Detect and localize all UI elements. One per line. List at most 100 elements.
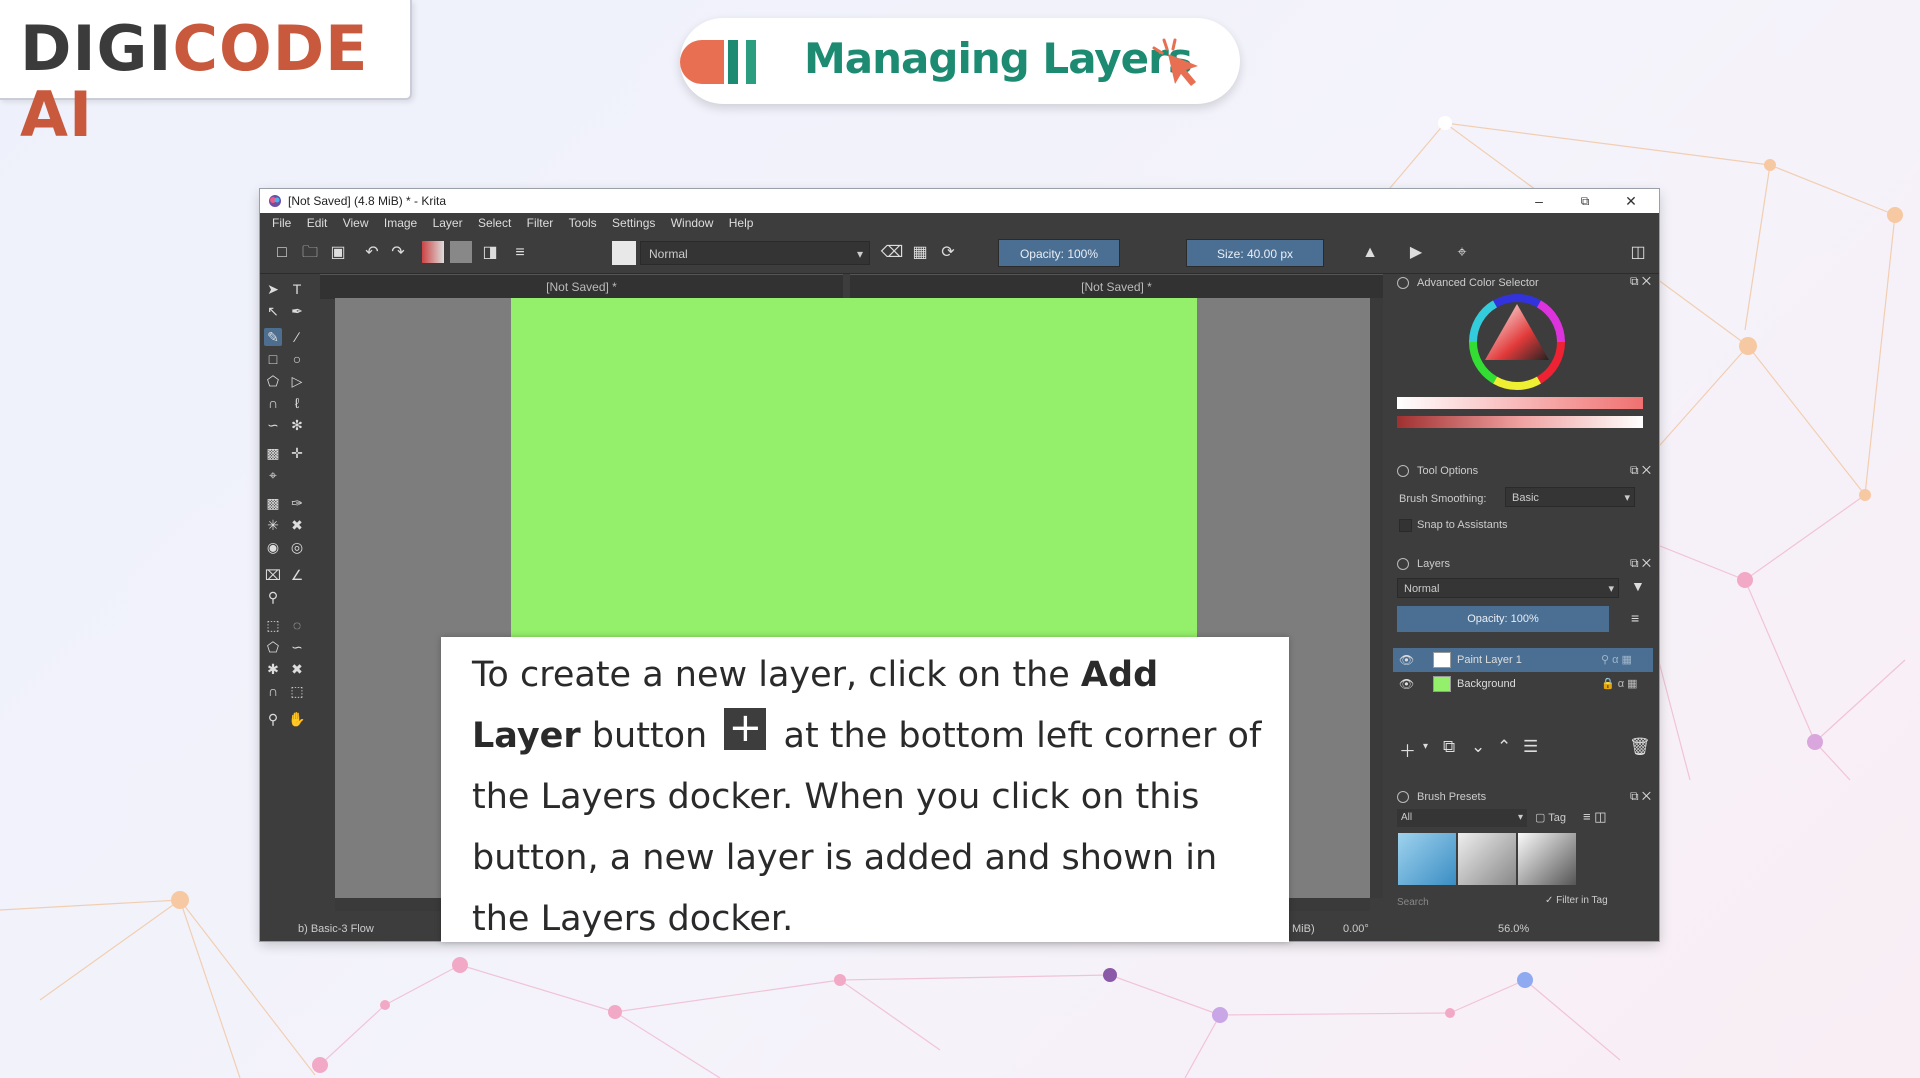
- restore-button[interactable]: ⧉: [1562, 189, 1608, 213]
- eye-icon[interactable]: 👁: [1399, 648, 1414, 672]
- fill-tool-icon[interactable]: ◉: [264, 538, 282, 556]
- brush-preset-thumbnail[interactable]: [1398, 833, 1456, 885]
- menu-file[interactable]: File: [272, 213, 291, 233]
- layer-blend-mode-select[interactable]: Normal ▾: [1397, 578, 1619, 598]
- add-layer-button[interactable]: ＋: [1399, 737, 1416, 762]
- brush-settings-icon[interactable]: ≡: [508, 241, 532, 265]
- enclose-fill-tool-icon[interactable]: ◎: [288, 538, 306, 556]
- move-layer-up-icon[interactable]: ⌃: [1497, 737, 1511, 757]
- reference-tool-icon[interactable]: ⚲: [264, 588, 282, 606]
- freehand-path-tool-icon[interactable]: ℓ: [288, 394, 306, 412]
- colorize-mask-tool-icon[interactable]: ✳: [264, 516, 282, 534]
- freehand-brush-tool-icon[interactable]: ✎: [264, 328, 282, 346]
- layer-lock-alpha-icons[interactable]: 🔒 α ▦: [1601, 672, 1638, 696]
- eraser-icon[interactable]: ⌫: [880, 241, 904, 265]
- polygon-tool-icon[interactable]: ⬠: [264, 372, 282, 390]
- gradient-tool-icon[interactable]: ▩: [264, 494, 282, 512]
- brush-smoothing-select[interactable]: Basic ▾: [1505, 487, 1635, 507]
- workspace-icon[interactable]: ◫: [1626, 241, 1650, 265]
- lock-icon[interactable]: [1397, 558, 1409, 570]
- close-window-button[interactable]: ✕: [1608, 189, 1654, 213]
- menu-help[interactable]: Help: [729, 213, 754, 233]
- magnetic-select-tool-icon[interactable]: ⬚: [288, 682, 306, 700]
- add-layer-dropdown-icon[interactable]: ▾: [1423, 741, 1428, 752]
- select-shape-tool-icon[interactable]: ➤: [264, 280, 282, 298]
- text-tool-icon[interactable]: T: [288, 280, 306, 298]
- layer-properties-icon[interactable]: ☰: [1523, 737, 1538, 757]
- layer-row-background[interactable]: 👁 Background 🔒 α ▦: [1393, 672, 1653, 696]
- color-wheel[interactable]: [1467, 292, 1567, 392]
- brush-preset-filter-select[interactable]: All ▾: [1397, 809, 1527, 827]
- filter-icon[interactable]: ▼: [1631, 578, 1645, 594]
- measure-tool-icon[interactable]: ∠: [288, 566, 306, 584]
- eye-icon[interactable]: 👁: [1399, 672, 1414, 696]
- menu-layer[interactable]: Layer: [433, 213, 463, 233]
- rect-select-tool-icon[interactable]: ⬚: [264, 616, 282, 634]
- menu-tools[interactable]: Tools: [569, 213, 597, 233]
- undo-icon[interactable]: ↶: [360, 241, 384, 265]
- bezier-select-tool-icon[interactable]: ∩: [264, 682, 282, 700]
- layer-opacity-slider[interactable]: Opacity: 100%: [1397, 606, 1609, 632]
- assistant-tool-icon[interactable]: ⌧: [264, 566, 282, 584]
- dynamic-brush-tool-icon[interactable]: ∽: [264, 416, 282, 434]
- smart-patch-tool-icon[interactable]: ✖: [288, 516, 306, 534]
- mirror-vertical-icon[interactable]: ▶: [1404, 241, 1428, 265]
- menu-view[interactable]: View: [343, 213, 369, 233]
- move-tool-icon[interactable]: ✛: [288, 444, 306, 462]
- ellipse-tool-icon[interactable]: ○: [288, 350, 306, 368]
- zoom-tool-icon[interactable]: ⚲: [264, 710, 282, 728]
- lock-icon[interactable]: [1397, 277, 1409, 289]
- ellipse-select-tool-icon[interactable]: ◌: [288, 616, 306, 634]
- mirror-horizontal-icon[interactable]: ▲: [1358, 241, 1382, 265]
- contiguous-select-tool-icon[interactable]: ✱: [264, 660, 282, 678]
- multibrush-tool-icon[interactable]: ✻: [288, 416, 306, 434]
- delete-layer-icon[interactable]: 🗑: [1629, 737, 1651, 757]
- bezier-tool-icon[interactable]: ∩: [264, 394, 282, 412]
- crop-icon[interactable]: ⌖: [1450, 241, 1474, 265]
- color-swap-icon[interactable]: ◨: [478, 241, 502, 265]
- transform-tool-icon[interactable]: ▩: [264, 444, 282, 462]
- lock-icon[interactable]: [1397, 465, 1409, 477]
- layer-options-menu-icon[interactable]: ≡: [1631, 610, 1639, 626]
- open-folder-icon[interactable]: 🗀: [298, 241, 322, 265]
- similar-select-tool-icon[interactable]: ✖: [288, 660, 306, 678]
- brush-preset-icon[interactable]: [612, 241, 636, 265]
- snap-checkbox[interactable]: [1399, 519, 1412, 532]
- reload-preset-icon[interactable]: ⟳: [936, 241, 960, 265]
- color-history-strip[interactable]: [1397, 397, 1643, 409]
- docker-float-close-icons[interactable]: ⧉ ✕: [1630, 274, 1651, 289]
- color-picker-tool-icon[interactable]: ✑: [288, 494, 306, 512]
- docker-float-close-icons[interactable]: ⧉ ✕: [1630, 556, 1651, 571]
- pan-tool-icon[interactable]: ✋: [288, 710, 306, 728]
- menu-window[interactable]: Window: [671, 213, 714, 233]
- polyline-tool-icon[interactable]: ▷: [288, 372, 306, 390]
- document-tab-1[interactable]: [Not Saved] *: [320, 274, 843, 299]
- docker-float-close-icons[interactable]: ⧉ ✕: [1630, 463, 1651, 478]
- color-shade-strip[interactable]: [1397, 416, 1643, 428]
- menu-edit[interactable]: Edit: [307, 213, 328, 233]
- docker-float-close-icons[interactable]: ⧉ ✕: [1630, 789, 1651, 804]
- move-layer-down-icon[interactable]: ⌄: [1471, 737, 1485, 757]
- polygon-select-tool-icon[interactable]: ⬠: [264, 638, 282, 656]
- blend-mode-select[interactable]: Normal ▾: [640, 241, 870, 265]
- save-icon[interactable]: ▣: [326, 241, 350, 265]
- fill-gradient-icon[interactable]: [422, 241, 444, 263]
- layer-row-paint-layer-1[interactable]: 👁 Paint Layer 1 ⚲ α ▦: [1393, 648, 1653, 672]
- layer-lock-alpha-icons[interactable]: ⚲ α ▦: [1601, 648, 1632, 672]
- line-tool-icon[interactable]: ∕: [288, 328, 306, 346]
- edit-shapes-tool-icon[interactable]: ↖: [264, 302, 282, 320]
- menu-image[interactable]: Image: [384, 213, 417, 233]
- opacity-slider[interactable]: Opacity: 100%: [998, 239, 1120, 267]
- filter-in-tag-checkbox[interactable]: ✓ Filter in Tag: [1545, 895, 1608, 906]
- freehand-select-tool-icon[interactable]: ∽: [288, 638, 306, 656]
- brush-preset-thumbnail[interactable]: [1458, 833, 1516, 885]
- new-document-icon[interactable]: □: [270, 241, 294, 265]
- preset-view-menu-icon[interactable]: ≡ ◫: [1583, 809, 1606, 825]
- redo-icon[interactable]: ↷: [386, 241, 410, 265]
- alpha-lock-icon[interactable]: ▦: [908, 241, 932, 265]
- vertical-scrollbar[interactable]: [1370, 298, 1383, 898]
- duplicate-layer-icon[interactable]: ⧉: [1443, 737, 1455, 757]
- lock-icon[interactable]: [1397, 791, 1409, 803]
- menu-filter[interactable]: Filter: [527, 213, 554, 233]
- menu-settings[interactable]: Settings: [612, 213, 655, 233]
